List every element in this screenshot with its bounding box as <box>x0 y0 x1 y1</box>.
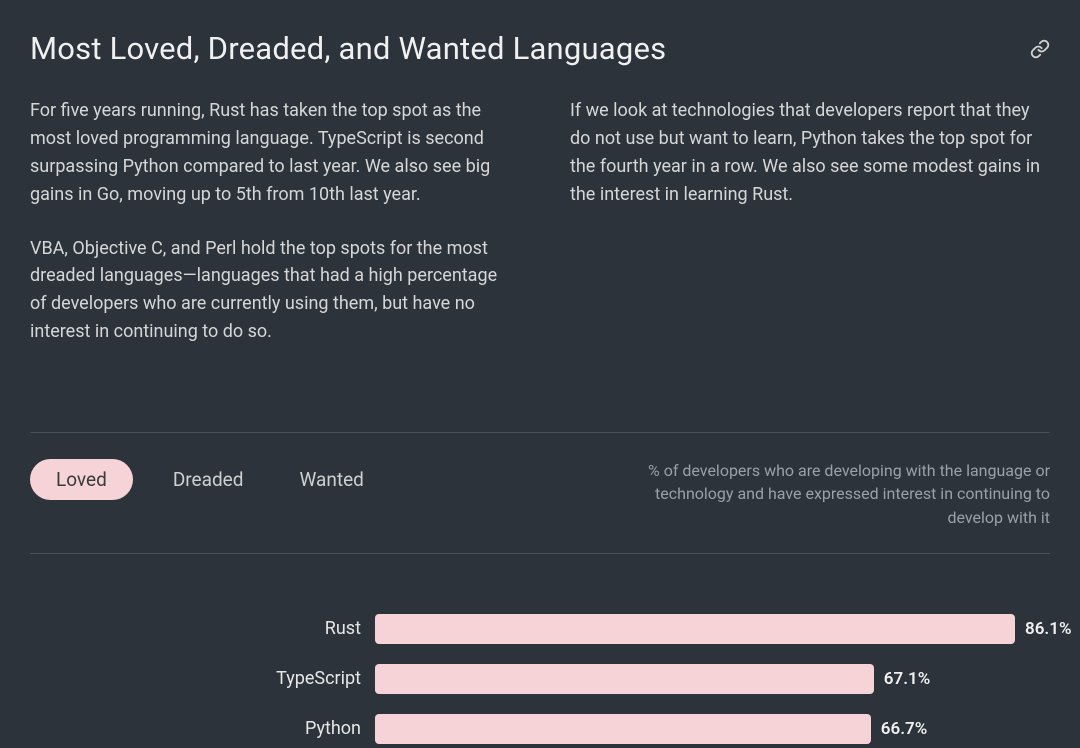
intro-paragraph-3: If we look at technologies that develope… <box>570 97 1050 209</box>
description-right-column: If we look at technologies that develope… <box>570 97 1050 372</box>
bar-row: Rust86.1% <box>30 614 1050 644</box>
bar-value: 66.7% <box>881 719 928 739</box>
tab-loved[interactable]: Loved <box>30 459 133 500</box>
intro-paragraph-1: For five years running, Rust has taken t… <box>30 97 510 209</box>
chart-divider <box>30 553 1050 554</box>
bar-fill <box>375 714 871 744</box>
bar-label: Rust <box>30 618 375 639</box>
description-left-column: For five years running, Rust has taken t… <box>30 97 510 372</box>
bar-track: 67.1% <box>375 664 1015 694</box>
bar-chart: Rust86.1% TypeScript 67.1% Python 66.7% <box>30 614 1050 744</box>
tab-dreaded[interactable]: Dreaded <box>157 459 260 500</box>
intro-paragraph-2: VBA, Objective C, and Perl hold the top … <box>30 235 510 347</box>
bar-value: 67.1% <box>884 669 931 689</box>
bar-track: 66.7% <box>375 714 1015 744</box>
page-title: Most Loved, Dreaded, and Wanted Language… <box>30 30 666 67</box>
bar-value: 86.1% <box>1025 619 1072 639</box>
bar-track: 86.1% <box>375 614 1015 644</box>
bar-row: TypeScript 67.1% <box>30 664 1050 694</box>
bar-row: Python 66.7% <box>30 714 1050 744</box>
bar-fill <box>375 664 874 694</box>
permalink-icon[interactable] <box>1030 39 1050 59</box>
chart-description: % of developers who are developing with … <box>640 459 1050 529</box>
bar-label: TypeScript <box>30 668 375 689</box>
tab-group: Loved Dreaded Wanted <box>30 459 380 500</box>
tab-wanted[interactable]: Wanted <box>283 459 379 500</box>
bar-fill <box>375 614 1015 644</box>
bar-label: Python <box>30 718 375 739</box>
